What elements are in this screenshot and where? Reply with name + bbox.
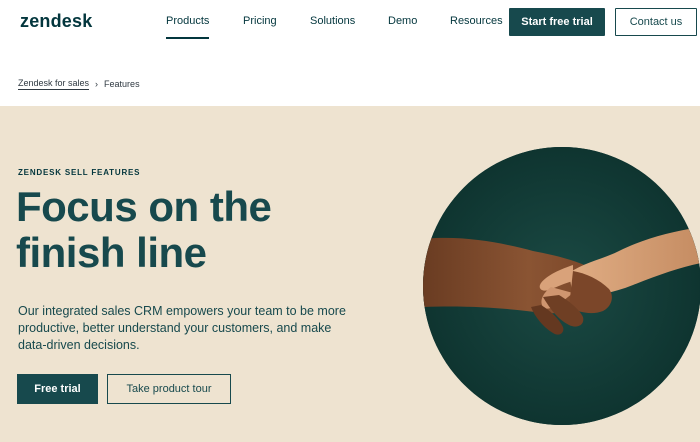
nav-products[interactable]: Products (166, 15, 210, 39)
chevron-right-icon: › (95, 79, 99, 89)
handshake-icon (423, 147, 700, 425)
start-free-trial-button[interactable]: Start free trial (509, 8, 605, 36)
nav-resources[interactable]: Resources (450, 15, 503, 27)
zendesk-logo[interactable]: zendesk (20, 11, 92, 32)
nav-demo[interactable]: Demo (388, 15, 417, 27)
contact-us-button[interactable]: Contact us (615, 8, 697, 36)
breadcrumb: Zendesk for sales › Features (18, 78, 140, 90)
nav-pricing[interactable]: Pricing (243, 15, 277, 27)
breadcrumb-current: Features (104, 79, 140, 89)
handshake-image (423, 147, 700, 425)
product-tour-button[interactable]: Take product tour (107, 374, 231, 404)
hero-eyebrow: ZENDESK SELL FEATURES (18, 168, 141, 177)
nav-solutions[interactable]: Solutions (310, 15, 355, 27)
headline-line-2: finish line (16, 229, 207, 276)
breadcrumb-link-sales[interactable]: Zendesk for sales (18, 78, 90, 90)
hero-subtext: Our integrated sales CRM empowers your t… (18, 304, 346, 352)
hero-section: ZENDESK SELL FEATURES Focus on the finis… (0, 106, 700, 442)
site-header: zendesk Products Pricing Solutions Demo … (0, 0, 700, 62)
free-trial-button[interactable]: Free trial (17, 374, 98, 404)
headline-line-1: Focus on the (16, 183, 272, 230)
hero-headline: Focus on the finish line (16, 184, 336, 276)
